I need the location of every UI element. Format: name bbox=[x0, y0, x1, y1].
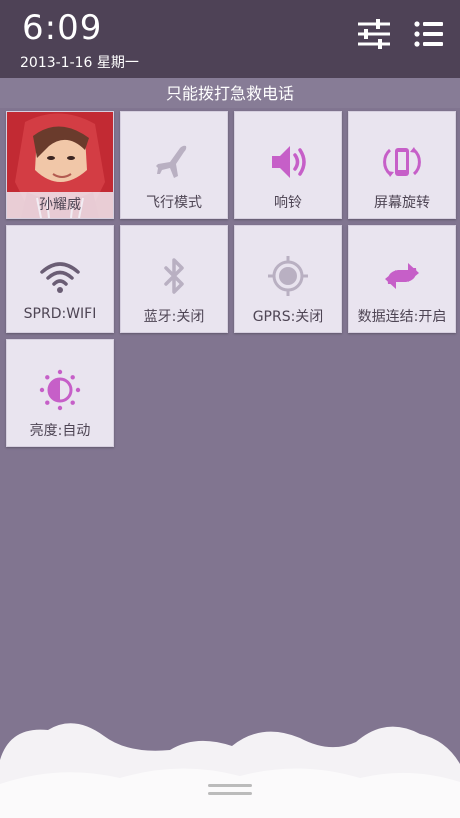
bluetooth-label: 蓝牙:关闭 bbox=[143, 309, 205, 325]
data-connection-toggle[interactable]: 数据连结:开启 bbox=[348, 225, 456, 333]
wifi-toggle[interactable]: SPRD:WIFI bbox=[6, 225, 114, 333]
wifi-label: SPRD:WIFI bbox=[23, 306, 97, 322]
rotate-icon bbox=[380, 140, 424, 184]
screen-rotation-toggle[interactable]: 屏幕旋转 bbox=[348, 111, 456, 219]
menu-button[interactable] bbox=[408, 16, 448, 52]
data-connection-label: 数据连结:开启 bbox=[357, 309, 447, 325]
gps-toggle[interactable]: GPRS:关闭 bbox=[234, 225, 342, 333]
drag-handle-top[interactable] bbox=[208, 784, 252, 787]
speaker-icon bbox=[266, 140, 310, 184]
bluetooth-toggle[interactable]: 蓝牙:关闭 bbox=[120, 225, 228, 333]
drag-handle-bottom[interactable] bbox=[208, 792, 252, 795]
screen-rotation-label: 屏幕旋转 bbox=[374, 195, 430, 211]
cloud-decoration bbox=[0, 723, 460, 818]
gps-icon bbox=[266, 254, 310, 298]
data-sync-icon bbox=[380, 254, 424, 298]
wifi-icon bbox=[38, 254, 82, 298]
airplane-mode-toggle[interactable]: 飞行模式 bbox=[120, 111, 228, 219]
contact-name: 孙耀威 bbox=[7, 192, 113, 218]
brightness-label: 亮度:自动 bbox=[29, 423, 91, 439]
date: 2013-1-16 星期一 bbox=[20, 55, 139, 71]
settings-button[interactable] bbox=[354, 16, 394, 52]
ringer-label: 响铃 bbox=[274, 195, 302, 211]
airplane-mode-label: 飞行模式 bbox=[146, 195, 202, 211]
status-header: 6:09 2013-1-16 星期一 bbox=[0, 0, 460, 78]
emergency-notice: 只能拨打急救电话 bbox=[0, 78, 460, 108]
cloud-footer bbox=[0, 720, 460, 818]
airplane-icon bbox=[152, 140, 196, 184]
ringer-toggle[interactable]: 响铃 bbox=[234, 111, 342, 219]
clock: 6:09 bbox=[22, 8, 103, 48]
brightness-toggle[interactable]: 亮度:自动 bbox=[6, 339, 114, 447]
sliders-icon bbox=[354, 19, 394, 56]
brightness-icon bbox=[38, 368, 82, 412]
bluetooth-icon bbox=[152, 254, 196, 298]
contact-tile[interactable]: 孙耀威 bbox=[6, 111, 114, 219]
gps-label: GPRS:关闭 bbox=[252, 309, 324, 325]
list-icon bbox=[408, 21, 448, 56]
